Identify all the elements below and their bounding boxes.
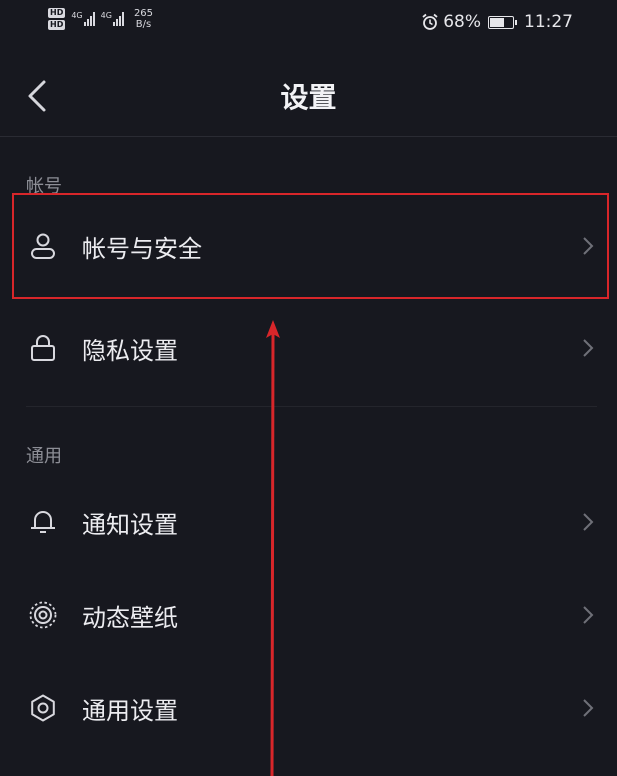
net-speed-value: 265 bbox=[133, 8, 154, 19]
menu-item-account-security[interactable]: 帐号与安全 bbox=[14, 200, 610, 292]
hd-badges: HD HD bbox=[48, 8, 66, 30]
signal-bars-icon bbox=[83, 12, 95, 26]
chevron-right-icon bbox=[583, 699, 594, 717]
wallpaper-icon bbox=[29, 601, 57, 629]
battery-icon bbox=[488, 15, 517, 29]
net-speed-unit: B/s bbox=[135, 19, 152, 30]
network-indicators: HD HD 4G 4G 265 B/s bbox=[48, 8, 153, 30]
app-header: 设置 bbox=[0, 60, 617, 137]
section-label-account: 帐号 bbox=[26, 176, 62, 197]
signal-icon: 4G bbox=[71, 11, 95, 26]
battery-fill bbox=[490, 17, 504, 27]
chevron-right-icon bbox=[583, 606, 594, 624]
menu-item-label: 动态壁纸 bbox=[82, 604, 178, 632]
lock-icon bbox=[31, 335, 55, 361]
bell-icon bbox=[31, 511, 55, 533]
person-icon bbox=[31, 233, 55, 259]
battery-percent: 68% bbox=[443, 12, 481, 32]
signal-tag-1: 4G bbox=[71, 11, 83, 20]
menu-item-label: 隐私设置 bbox=[82, 337, 178, 365]
menu-item-label: 通用设置 bbox=[82, 697, 178, 725]
signal-icon-2: 4G bbox=[101, 12, 124, 26]
hd-badge-1: HD bbox=[48, 8, 66, 18]
signal-bars-icon-2 bbox=[112, 12, 124, 26]
menu-item-general-settings[interactable]: 通用设置 bbox=[14, 662, 610, 754]
chevron-right-icon bbox=[583, 237, 594, 255]
page-title: 设置 bbox=[280, 81, 337, 114]
menu-item-notification-settings[interactable]: 通知设置 bbox=[14, 476, 610, 568]
section-label-general: 通用 bbox=[26, 446, 62, 467]
alarm-icon bbox=[422, 13, 438, 30]
signal-tag-2: 4G bbox=[100, 11, 112, 20]
section-divider bbox=[26, 406, 597, 407]
status-bar: HD HD 4G 4G 265 B/s 68% 11:27 bbox=[0, 0, 617, 48]
menu-item-label: 帐号与安全 bbox=[82, 235, 202, 263]
menu-item-live-wallpaper[interactable]: 动态壁纸 bbox=[14, 569, 610, 661]
hd-badge-2: HD bbox=[48, 20, 66, 30]
chevron-right-icon bbox=[583, 339, 594, 357]
gear-icon bbox=[31, 694, 55, 722]
network-speed: 265 B/s bbox=[134, 8, 153, 30]
menu-item-privacy-settings[interactable]: 隐私设置 bbox=[14, 302, 610, 394]
clock: 11:27 bbox=[524, 12, 573, 32]
menu-item-label: 通知设置 bbox=[82, 511, 178, 539]
status-right: 68% 11:27 bbox=[421, 12, 573, 32]
chevron-right-icon bbox=[583, 513, 594, 531]
